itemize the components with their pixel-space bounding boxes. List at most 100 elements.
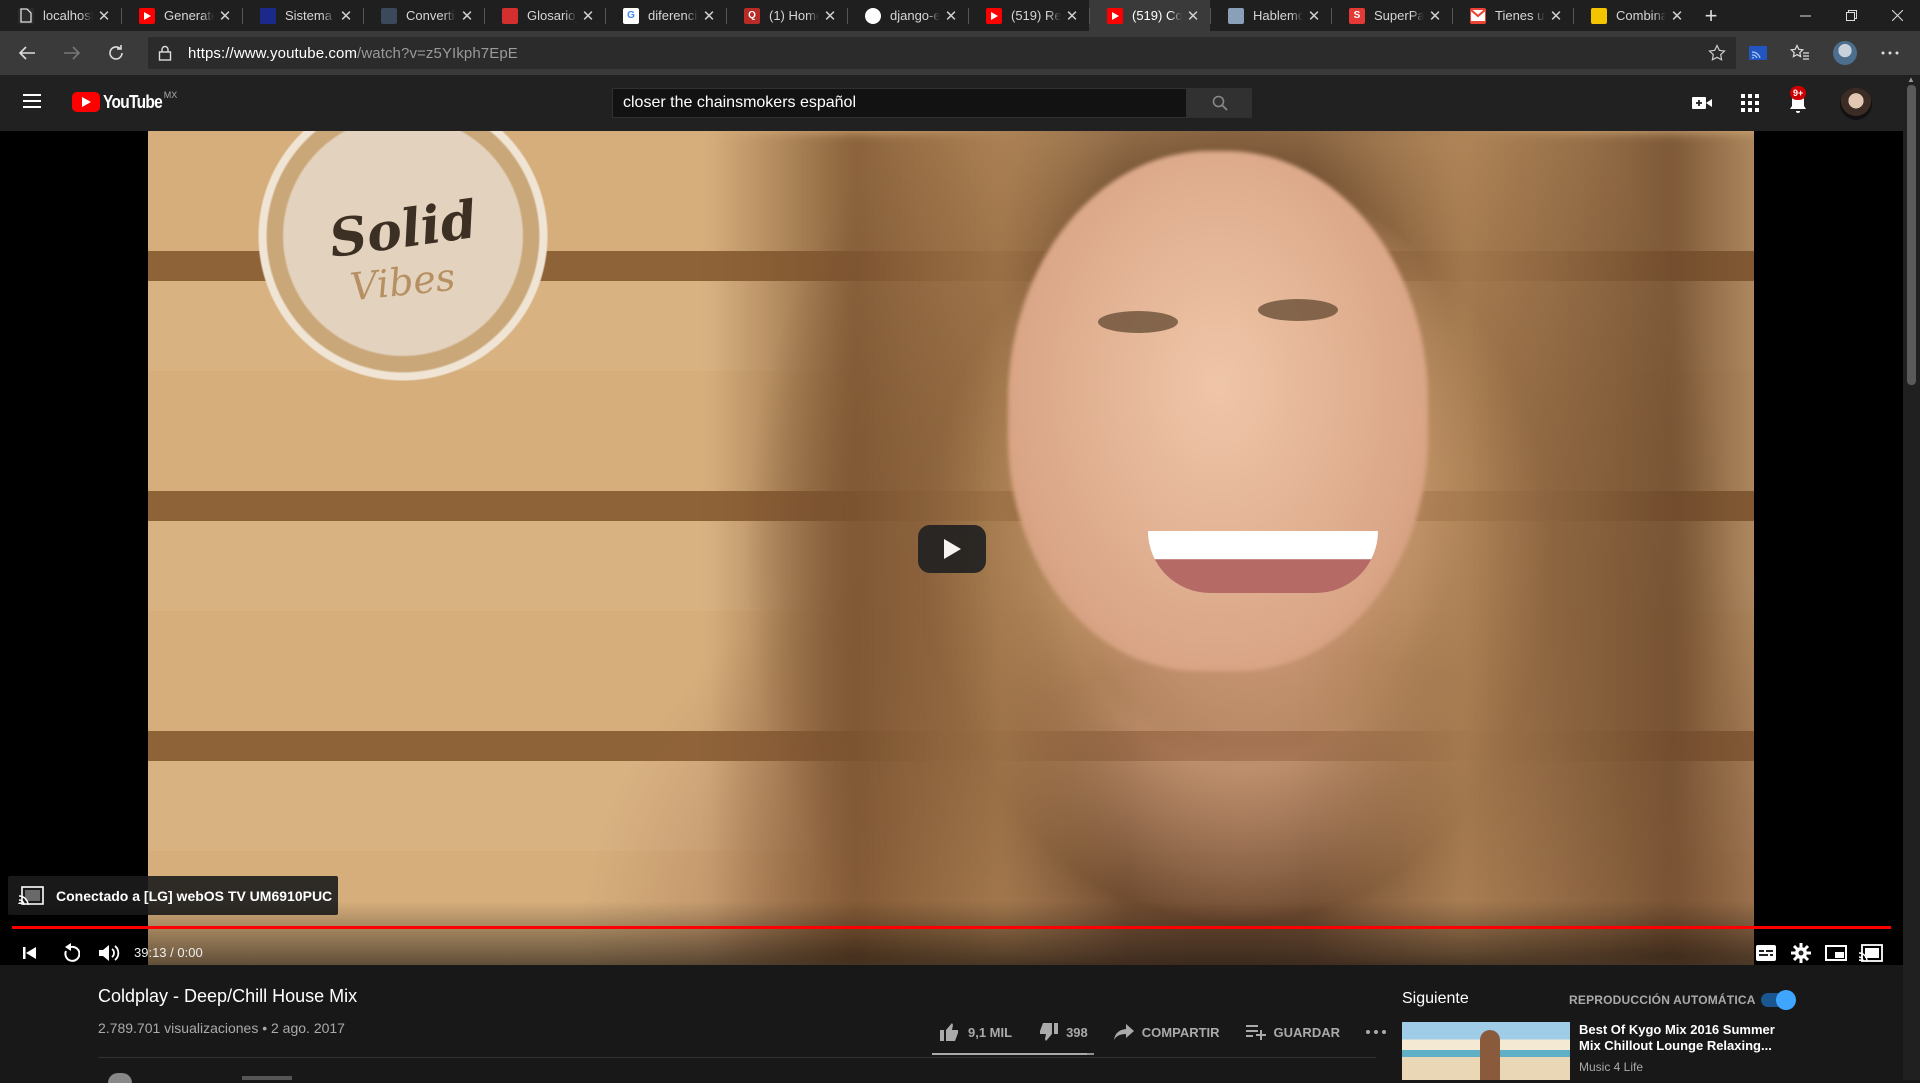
close-window-button[interactable] [1874, 0, 1920, 31]
browser-tab[interactable]: Sistema de✕ [242, 0, 363, 31]
miniplayer-button[interactable] [1818, 935, 1854, 965]
browser-tab[interactable]: Glosario_2✕ [484, 0, 605, 31]
browser-tab[interactable]: Tienes una✕ [1452, 0, 1573, 31]
browser-tab[interactable]: django-ea✕ [847, 0, 968, 31]
controls-gradient [0, 901, 1903, 965]
search-box[interactable] [612, 88, 1187, 118]
tab-close-icon[interactable]: ✕ [698, 7, 720, 25]
logo-wordmark: YouTube [103, 92, 163, 112]
browser-tab[interactable]: (519) Cold✕ [1089, 0, 1210, 31]
replay-button[interactable] [53, 935, 89, 965]
country-code: MX [163, 90, 178, 100]
miniplayer-icon [1825, 945, 1847, 961]
share-icon [1113, 1024, 1134, 1040]
forward-button[interactable] [57, 38, 87, 68]
cast-extension-icon[interactable] [1745, 40, 1771, 66]
share-button[interactable]: COMPARTIR [1113, 1024, 1220, 1040]
cast-button[interactable] [1853, 935, 1889, 965]
subtitles-button[interactable] [1748, 935, 1784, 965]
progress-bar[interactable] [12, 926, 1891, 929]
apps-grid-icon[interactable] [1738, 91, 1762, 115]
video-player[interactable]: Solid Vibes Conectado a [LG] webOS TV UM… [0, 131, 1903, 965]
tab-title: SuperPase [1374, 8, 1424, 23]
scrollbar-thumb[interactable] [1907, 85, 1916, 385]
star-icon[interactable] [1708, 44, 1726, 62]
tab-close-icon[interactable]: ✕ [93, 7, 115, 25]
search-icon [1212, 95, 1228, 111]
tab-title: (1) Home [769, 8, 819, 23]
volume-icon [99, 945, 120, 961]
playlist-add-icon [1245, 1025, 1266, 1040]
url-text: https://www.youtube.com/watch?v=z5YIkph7… [188, 45, 518, 62]
tab-close-icon[interactable]: ✕ [214, 7, 236, 25]
browser-tab[interactable]: Gdiferencia✕ [605, 0, 726, 31]
favorites-icon[interactable] [1787, 40, 1813, 66]
profile-avatar[interactable] [1832, 40, 1858, 66]
address-bar[interactable]: https://www.youtube.com/watch?v=z5YIkph7… [148, 37, 1736, 69]
subtitles-icon [1756, 945, 1776, 961]
more-options-icon[interactable] [1877, 40, 1903, 66]
tab-close-icon[interactable]: ✕ [819, 7, 841, 25]
autoplay-label: REPRODUCCIÓN AUTOMÁTICA [1569, 993, 1756, 1007]
browser-tab-strip: localhost✕Generate✕Sistema de✕Converting… [0, 0, 1920, 31]
channel-avatar[interactable] [108, 1073, 132, 1083]
tab-title: Tienes una [1495, 8, 1545, 23]
video-image-detail [1258, 299, 1338, 321]
browser-tab[interactable]: Hablemos✕ [1210, 0, 1331, 31]
browser-tab[interactable]: S SuperPase✕ [1331, 0, 1452, 31]
globe-icon [260, 7, 276, 24]
tab-close-icon[interactable]: ✕ [1061, 7, 1083, 25]
subscribe-button-partial[interactable] [242, 1076, 292, 1080]
restore-button[interactable] [1828, 0, 1874, 31]
search-button[interactable] [1187, 88, 1252, 118]
tab-close-icon[interactable]: ✕ [1545, 7, 1567, 25]
new-tab-button[interactable]: + [1694, 0, 1728, 31]
next-video-title[interactable]: Best Of Kygo Mix 2016 Summer Mix Chillou… [1579, 1022, 1791, 1054]
save-button[interactable]: GUARDAR [1245, 1024, 1340, 1040]
back-button[interactable] [12, 38, 42, 68]
previous-button[interactable] [12, 935, 48, 965]
refresh-button[interactable] [101, 38, 131, 68]
minimize-button[interactable] [1782, 0, 1828, 31]
browser-tab[interactable]: Converting✕ [363, 0, 484, 31]
browser-tab[interactable]: localhost ✕ [0, 0, 121, 31]
replay-icon [64, 943, 80, 962]
page-scrollbar[interactable]: ▲ [1903, 75, 1920, 1080]
autoplay-toggle-knob[interactable] [1776, 990, 1796, 1010]
tab-close-icon[interactable]: ✕ [335, 7, 357, 25]
tab-close-icon[interactable]: ✕ [1666, 7, 1688, 25]
dislike-button[interactable]: 398 [1038, 1023, 1088, 1041]
more-actions-button[interactable] [1366, 1030, 1394, 1034]
browser-tab[interactable]: Q (1) Home ✕ [726, 0, 847, 31]
skip-previous-icon [23, 947, 36, 959]
video-meta: 2.789.701 visualizaciones • 2 ago. 2017 [98, 1020, 345, 1036]
watermark-text-1: Solid [325, 188, 481, 270]
tab-close-icon[interactable]: ✕ [1303, 7, 1325, 25]
large-play-button[interactable] [918, 525, 986, 573]
account-avatar[interactable] [1840, 88, 1872, 120]
search-input[interactable] [613, 89, 1186, 117]
tab-close-icon[interactable]: ✕ [1424, 7, 1446, 25]
next-video-thumbnail[interactable] [1402, 1022, 1570, 1080]
browser-tab[interactable]: Generate ✕ [121, 0, 242, 31]
tab-close-icon[interactable]: ✕ [1182, 7, 1204, 25]
gmail-icon [1470, 7, 1486, 24]
tab-close-icon[interactable]: ✕ [577, 7, 599, 25]
video-image-detail [1008, 151, 1428, 671]
lock-icon [158, 45, 172, 61]
volume-button[interactable] [92, 935, 128, 965]
create-video-icon[interactable] [1690, 91, 1714, 115]
like-button[interactable]: 9,1 MIL [940, 1023, 1012, 1041]
save-label: GUARDAR [1273, 1024, 1340, 1040]
scroll-up-arrow-icon[interactable]: ▲ [1907, 75, 1915, 84]
settings-button[interactable] [1783, 935, 1819, 965]
youtube-logo[interactable]: YouTube MX [72, 90, 178, 112]
arrow-left-icon [18, 46, 35, 60]
quora-icon: Q [744, 7, 760, 24]
browser-tab[interactable]: Combinac✕ [1573, 0, 1694, 31]
browser-tab[interactable]: (519) Reci✕ [968, 0, 1089, 31]
tab-close-icon[interactable]: ✕ [456, 7, 478, 25]
hamburger-menu-icon[interactable] [22, 91, 42, 111]
play-icon [944, 539, 961, 559]
tab-close-icon[interactable]: ✕ [940, 7, 962, 25]
